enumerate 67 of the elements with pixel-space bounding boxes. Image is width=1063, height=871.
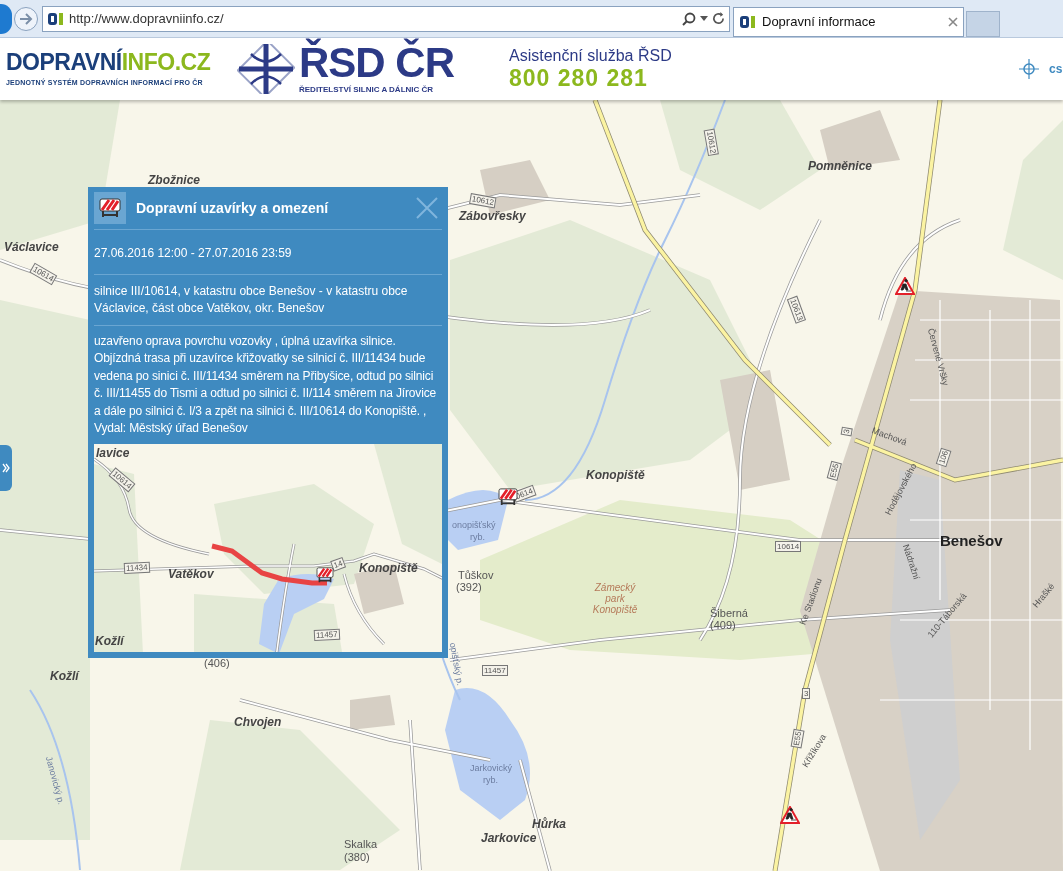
peak-label: Skalka bbox=[344, 837, 378, 852]
water-label: onopišťský bbox=[452, 519, 496, 532]
url-text: http://www.dopravniinfo.cz/ bbox=[69, 9, 225, 28]
village-label: Jarkovice bbox=[481, 830, 537, 847]
peak-label: Šiberná bbox=[710, 606, 748, 621]
roadwork-warning-icon[interactable] bbox=[780, 806, 800, 824]
interchange-logo-icon bbox=[237, 44, 295, 94]
road-number: 11457 bbox=[482, 665, 508, 676]
assistance-phone: 800 280 281 bbox=[509, 65, 649, 91]
village-label: Vatěkov bbox=[168, 566, 214, 584]
water-label: opišťský p. bbox=[446, 641, 467, 687]
description-text: uzavřeno oprava povrchu vozovky , úplná uzavírka silnice. Objízdná trasa při uzavírce křižovatky se silnicí č. III/11434 bude vedena po sinici č. III/11434 směrem na Přibyšice, odtud po silnici č. III/11455 do Tismi a odtud po silnici č. II/114 směrem na Jírovice a dále po silnici č. I/3 a zpět na silnici č. III/10614 do Konopiště. , Vydal: Městský úřad Benešov bbox=[94, 333, 438, 438]
roadwork-warning-icon[interactable] bbox=[895, 277, 915, 295]
water-label: ryb. bbox=[483, 774, 498, 787]
road-barrier-icon[interactable] bbox=[498, 488, 518, 506]
village-label: Konopiště bbox=[586, 467, 645, 484]
assistance-label: Asistenční služba ŘSD bbox=[509, 47, 672, 65]
date-range: 27.06.2016 12:00 - 27.07.2016 23:59 bbox=[94, 246, 292, 260]
village-label: Kožlí bbox=[95, 633, 124, 651]
dropdown-caret-icon[interactable] bbox=[700, 15, 708, 22]
language-link[interactable]: cs bbox=[1049, 60, 1063, 78]
village-label: Zbožnice bbox=[148, 172, 200, 189]
road-number: 3 bbox=[802, 688, 811, 699]
site-logo[interactable]: DOPRAVNÍINFO.CZ bbox=[6, 49, 221, 76]
popup-title: Dopravní uzavírky a omezení bbox=[136, 198, 330, 218]
road-number: 11457 bbox=[313, 629, 340, 642]
refresh-icon[interactable] bbox=[712, 12, 725, 25]
village-label: Zábovřesky bbox=[459, 208, 526, 225]
village-label: Hůrka bbox=[532, 816, 566, 833]
village-label: Konopiště bbox=[359, 560, 418, 578]
village-label: lavice bbox=[96, 445, 130, 463]
park-label: Zámecký park Konopiště bbox=[591, 582, 639, 615]
village-label: Kožlí bbox=[50, 668, 79, 685]
side-panel-toggle[interactable] bbox=[0, 445, 12, 491]
road-number: E55 bbox=[826, 460, 843, 481]
road-barrier-icon[interactable] bbox=[316, 567, 334, 584]
road-number: 3 bbox=[840, 426, 853, 437]
tab-title: Dopravní informace bbox=[762, 13, 877, 32]
town-label: Benešov bbox=[940, 531, 1003, 551]
search-icon[interactable] bbox=[682, 11, 696, 26]
arrow-right-icon bbox=[19, 12, 33, 25]
road-number: 11434 bbox=[123, 562, 150, 575]
village-label: Chvojen bbox=[234, 714, 282, 731]
peak-label: (392) bbox=[456, 580, 482, 595]
crosshair-icon[interactable] bbox=[1019, 59, 1039, 79]
peak-label: (380) bbox=[344, 850, 370, 865]
site-logo-icon bbox=[739, 14, 757, 30]
rsd-subtitle: ŘEDITELSTVÍ SILNIC A DÁLNIC ČR bbox=[299, 84, 435, 96]
road-number: 10612 bbox=[469, 193, 497, 209]
water-label: ryb. bbox=[470, 531, 485, 544]
road-number: 10614 bbox=[775, 541, 802, 552]
water-label: Jarkovický bbox=[470, 762, 512, 775]
double-chevron-icon bbox=[2, 463, 10, 473]
location-text: silnice III/10614, v katastru obce Benešov - v katastru obce Václavice, část obce Vatěkov, okr. Benešov bbox=[94, 283, 409, 317]
road-barrier-icon bbox=[99, 198, 121, 218]
village-label: Václavice bbox=[4, 239, 59, 256]
peak-label: (409) bbox=[710, 618, 736, 633]
peak-label: Tůškov bbox=[458, 568, 494, 583]
site-logo-icon bbox=[47, 10, 65, 27]
road-number: 10613 bbox=[786, 295, 807, 325]
forward-button[interactable] bbox=[14, 6, 38, 31]
peak-label: (406) bbox=[204, 656, 230, 671]
village-label: Pomněnice bbox=[808, 158, 873, 175]
close-icon[interactable] bbox=[948, 17, 958, 27]
street-label: Červené Vršky bbox=[924, 327, 952, 388]
address-bar[interactable]: http://www.dopravniinfo.cz/ bbox=[42, 5, 730, 32]
browser-tab[interactable]: Dopravní informace bbox=[733, 7, 964, 37]
